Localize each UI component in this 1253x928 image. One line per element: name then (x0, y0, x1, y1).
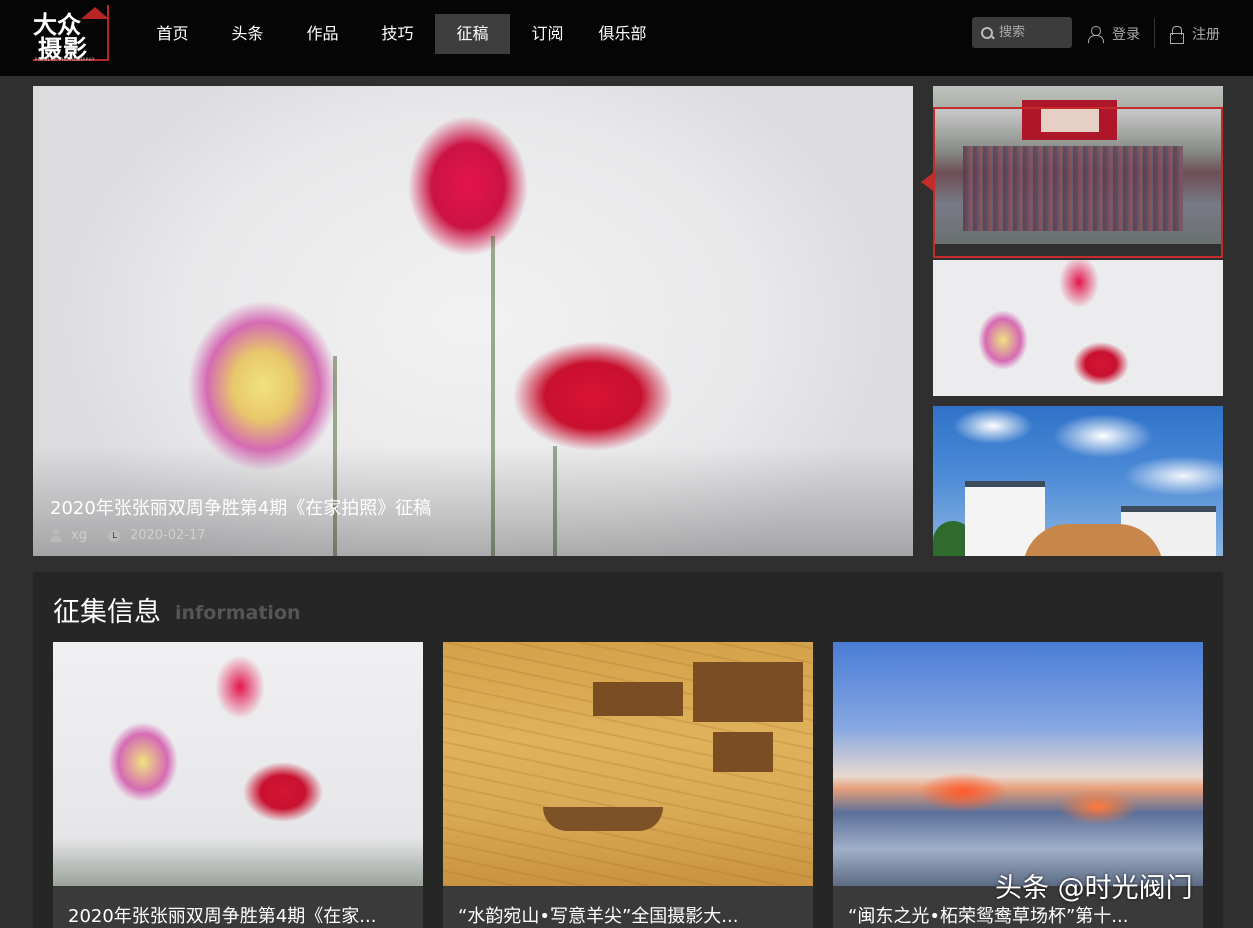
login-label: 登录 (1112, 27, 1140, 43)
slide-thumbnail-3[interactable] (933, 406, 1223, 556)
nav-item-subscribe[interactable]: 订阅 (510, 14, 585, 54)
lock-icon (1170, 26, 1184, 44)
info-card[interactable]: 2020年张张丽双周争胜第4期《在家... (53, 642, 423, 928)
hero-author: xg (71, 528, 87, 543)
thumbnail-crowd (963, 146, 1183, 231)
nav-item-works[interactable]: 作品 (285, 14, 360, 54)
slide-thumbnail-1[interactable] (933, 86, 1223, 244)
slide-thumbnail-2[interactable] (933, 260, 1223, 396)
person-icon (1088, 26, 1104, 43)
logo-roof-icon (81, 7, 109, 19)
search-box (972, 17, 1072, 48)
login-link[interactable]: 登录 (1088, 24, 1140, 44)
info-card[interactable]: “水韵宛山•写意羊尖”全国摄影大... (443, 642, 813, 928)
hero-slide[interactable]: 2020年张张丽双周争胜第4期《在家拍照》征稿 xg 2020-02-17 (33, 86, 913, 556)
active-indicator-arrow-icon (921, 173, 933, 191)
hero-date: 2020-02-17 (129, 528, 206, 543)
hero-title[interactable]: 2020年张张丽双周争胜第4期《在家拍照》征稿 (50, 494, 431, 520)
painted-boat (543, 807, 663, 831)
nav-item-submissions[interactable]: 征稿 (435, 14, 510, 54)
register-label: 注册 (1192, 27, 1220, 43)
header-divider (1154, 18, 1155, 48)
nav-item-home[interactable]: 首页 (135, 14, 210, 54)
nav-item-headlines[interactable]: 头条 (210, 14, 285, 54)
painted-house (593, 682, 683, 716)
register-link[interactable]: 注册 (1170, 24, 1220, 44)
section-subtitle: information (175, 602, 301, 624)
thumbnail-stage-inner (1041, 108, 1099, 132)
clock-icon (107, 529, 120, 542)
card-image[interactable] (53, 642, 423, 886)
painted-house (713, 732, 773, 772)
card-image[interactable] (443, 642, 813, 886)
user-icon (50, 529, 62, 542)
section-title: 征集信息 (53, 597, 161, 628)
main-nav: 首页 头条 作品 技巧 征稿 订阅 俱乐部 (135, 14, 660, 54)
card-caption[interactable]: 2020年张张丽双周争胜第4期《在家... (68, 902, 408, 928)
site-logo[interactable]: 大众 摄影 POPULAR PHOTOGRAPHY (33, 5, 119, 63)
search-icon[interactable] (981, 26, 993, 39)
card-caption[interactable]: “水韵宛山•写意羊尖”全国摄影大... (458, 902, 798, 928)
painted-house (693, 662, 803, 722)
nav-item-club[interactable]: 俱乐部 (585, 14, 660, 54)
hero-meta: xg 2020-02-17 (50, 528, 206, 543)
watermark-text: 头条 @时光阀门 (995, 873, 1193, 904)
search-input[interactable] (999, 25, 1069, 40)
card-caption[interactable]: “闽东之光•柘荣鸳鸯草场杯”第十... (848, 902, 1188, 928)
card-image[interactable] (833, 642, 1203, 886)
logo-subtitle: POPULAR PHOTOGRAPHY (35, 57, 95, 62)
nav-item-tips[interactable]: 技巧 (360, 14, 435, 54)
site-header: 大众 摄影 POPULAR PHOTOGRAPHY 首页 头条 作品 技巧 征稿… (0, 0, 1253, 76)
